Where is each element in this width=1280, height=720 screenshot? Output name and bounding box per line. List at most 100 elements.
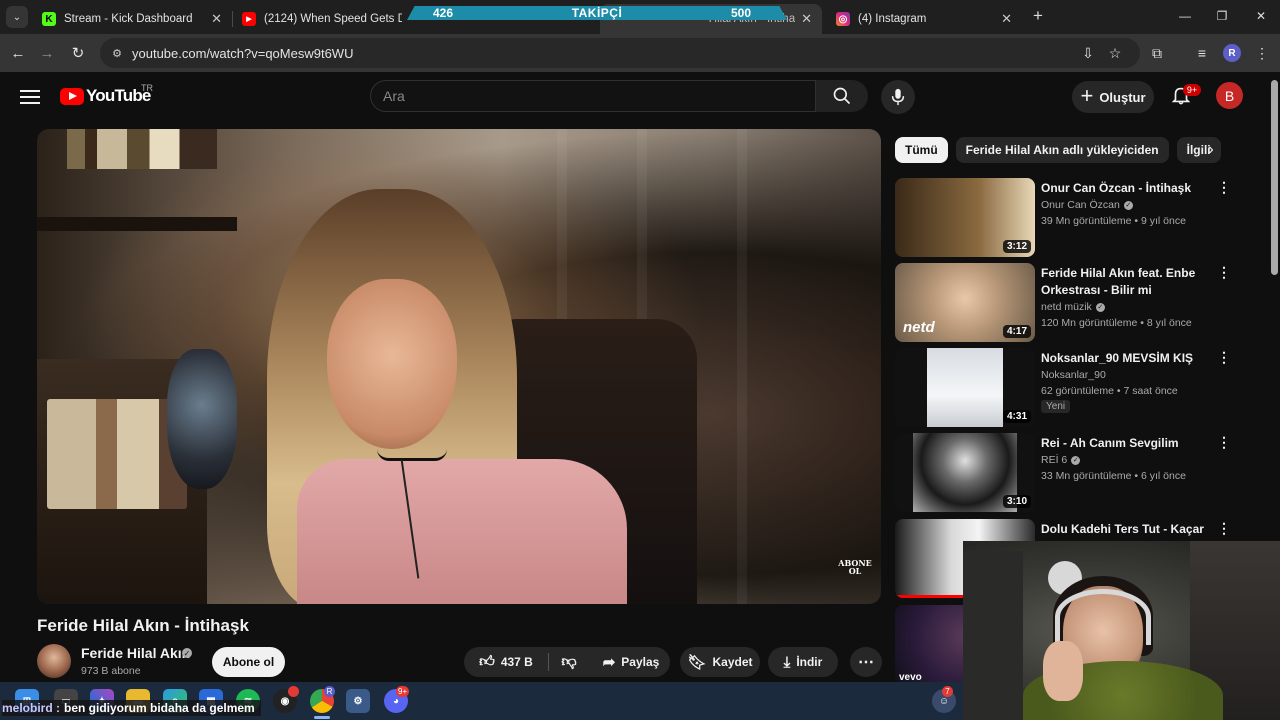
webcam-background-door (963, 551, 1023, 720)
address-bar[interactable]: ⚙ youtube.com/watch?v=qoMesw9t6WU (100, 38, 1140, 68)
video-thumbnail[interactable]: 4:31 (895, 348, 1035, 427)
browser-profile-avatar[interactable]: R (1223, 44, 1241, 62)
microphone-icon (891, 88, 905, 106)
forward-arrow-icon[interactable]: → (37, 43, 57, 63)
video-title: Feride Hilal Akın - İntihaşk (37, 616, 249, 635)
recommendation-channel[interactable]: Noksanlar_90 (1041, 367, 1106, 383)
like-button[interactable]: 👍︎ 437 B (464, 647, 548, 677)
browser-toolbar: ← → ↻ ⚙ youtube.com/watch?v=qoMesw9t6WU … (0, 34, 1280, 72)
url-text: youtube.com/watch?v=qoMesw9t6WU (132, 45, 354, 61)
recommendation-item[interactable]: 4:31 Noksanlar_90 MEVSİM KIŞ Noksanlar_9… (895, 348, 1235, 428)
video-thumbnail[interactable]: netd 4:17 (895, 263, 1035, 342)
recommendation-channel[interactable]: Onur Can Özcan ✓ (1041, 197, 1133, 213)
obs-recording-dot (288, 686, 299, 697)
create-button[interactable]: + Oluştur (1072, 81, 1154, 113)
thumbs-down-icon: 👎︎ (561, 653, 577, 670)
chevron-right-icon[interactable]: › (1200, 139, 1222, 161)
filter-chips: Tümü Feride Hilal Akın adlı yükleyiciden… (895, 137, 1225, 165)
browser-tab-youtube-speed[interactable]: ▶ (2124) When Speed Gets Dumb (232, 4, 412, 34)
close-icon[interactable]: ✕ (211, 11, 222, 27)
youtube-icon: ▶ (242, 12, 256, 26)
more-options-icon[interactable]: ⋮ (1217, 180, 1231, 194)
streamer-webcam (963, 541, 1280, 720)
recommendation-title[interactable]: Rei - Ah Canım Sevgilim (1041, 435, 1211, 452)
menu-icon[interactable] (20, 86, 40, 106)
follower-target: 500 (731, 6, 752, 20)
account-avatar[interactable]: B (1216, 82, 1243, 109)
minimize-button[interactable]: — (1170, 6, 1200, 26)
window-close-button[interactable]: ✕ (1246, 6, 1276, 26)
subscribe-watermark[interactable]: ABONE OL (837, 559, 873, 575)
bookmark-star-icon[interactable]: ☆ (1105, 43, 1125, 63)
new-tab-button[interactable]: + (1028, 6, 1048, 26)
voice-search-button[interactable] (881, 80, 915, 114)
cabinet-items (47, 399, 187, 509)
vinyl-record-image (913, 433, 1017, 512)
browser-tab-kick[interactable]: K Stream - Kick Dashboard ✕ (32, 4, 232, 34)
back-arrow-icon[interactable]: ← (8, 43, 28, 63)
extensions-icon[interactable]: ⧉ (1147, 43, 1167, 63)
recommendation-channel[interactable]: REİ 6 ✓ (1041, 452, 1081, 468)
channel-label: netd müzik (1041, 301, 1092, 313)
browser-menu-icon[interactable]: ⋮ (1252, 43, 1272, 63)
browser-tab-instagram[interactable]: ◎ (4) Instagram ✕ (826, 4, 1022, 34)
singer-face (327, 279, 457, 449)
snow-scene (927, 348, 1003, 427)
recommendation-item[interactable]: netd 4:17 Feride Hilal Akın feat. Enbe O… (895, 263, 1235, 343)
youtube-logo[interactable]: YouTube (60, 86, 151, 106)
channel-avatar[interactable] (37, 644, 71, 678)
install-app-icon[interactable]: ⇩ (1078, 43, 1098, 63)
chip-from-uploader[interactable]: Feride Hilal Akın adlı yükleyiciden (955, 137, 1169, 163)
video-thumbnail[interactable]: 3:12 (895, 178, 1035, 257)
scrollbar-thumb[interactable] (1271, 80, 1278, 275)
wall-shelf (37, 217, 237, 231)
tab-search-button[interactable]: ⌄ (6, 6, 28, 28)
new-badge: Yeni (1041, 400, 1071, 413)
close-icon[interactable]: ✕ (801, 11, 812, 27)
youtube-play-icon (60, 87, 84, 105)
download-icon: ⤓ (783, 653, 791, 671)
maximize-button[interactable]: ❐ (1207, 6, 1237, 26)
reload-icon[interactable]: ↻ (68, 43, 88, 63)
search-input[interactable]: Ara (370, 80, 816, 112)
recommendation-stats: 62 görüntüleme • 7 saat önce (1041, 385, 1178, 397)
video-thumbnail[interactable]: 3:10 (895, 433, 1035, 512)
duration-badge: 4:17 (1002, 325, 1031, 338)
more-options-icon[interactable]: ⋮ (1217, 435, 1231, 449)
more-options-icon[interactable]: ⋮ (1217, 350, 1231, 364)
download-button[interactable]: ⤓ İndir (768, 647, 838, 677)
video-player[interactable]: ABONE OL (37, 129, 881, 604)
tab-title: (2124) When Speed Gets Dumb (264, 13, 402, 25)
save-button[interactable]: 🔖︎ Kaydet (680, 647, 760, 677)
recommendation-channel[interactable]: netd müzik ✓ (1041, 299, 1105, 315)
tray-notification-badge: 7 (942, 686, 953, 697)
channel-name[interactable]: Feride Hilal Akın (81, 645, 190, 661)
download-label: İndir (796, 655, 823, 669)
close-icon[interactable]: ✕ (1001, 11, 1012, 27)
site-info-icon[interactable]: ⚙ (108, 44, 126, 62)
recommendation-item[interactable]: 3:12 Onur Can Özcan - İntihaşk Onur Can … (895, 178, 1235, 258)
recommendation-title[interactable]: Onur Can Özcan - İntihaşk (1041, 180, 1211, 197)
recommendation-stats: 120 Mn görüntüleme • 8 yıl önce (1041, 317, 1192, 329)
search-button[interactable] (816, 80, 868, 112)
recommendation-title[interactable]: Noksanlar_90 MEVSİM KIŞ (1041, 350, 1211, 367)
chip-all[interactable]: Tümü (895, 137, 948, 163)
verified-icon: ✓ (182, 648, 192, 658)
tab-title: (4) Instagram (858, 13, 927, 25)
verified-icon: ✓ (1123, 200, 1133, 210)
subscriber-count: 973 B abone (81, 665, 141, 677)
subscribe-button[interactable]: Abone ol (212, 647, 285, 677)
media-controls-icon[interactable]: ≡ (1192, 43, 1212, 63)
country-code: TR (141, 83, 153, 93)
more-options-icon[interactable]: ⋮ (1217, 521, 1231, 535)
thumbs-up-icon: 👍︎ (479, 653, 495, 670)
recommendation-title[interactable]: Dolu Kadehi Ters Tut - Kaçar Gidersin (1041, 521, 1211, 543)
settings-icon[interactable]: ⚙ (346, 689, 370, 713)
bookmark-icon: 🔖︎ (687, 654, 707, 671)
recommendation-item[interactable]: 3:10 Rei - Ah Canım Sevgilim REİ 6 ✓ 33 M… (895, 433, 1235, 513)
more-actions-button[interactable]: ⋯ (850, 647, 882, 677)
more-options-icon[interactable]: ⋮ (1217, 265, 1231, 279)
recommendation-title[interactable]: Feride Hilal Akın feat. Enbe Orkestrası … (1041, 265, 1211, 299)
share-button[interactable]: ➦ Paylaş (592, 647, 670, 677)
dislike-button[interactable]: 👎︎ (549, 647, 589, 677)
